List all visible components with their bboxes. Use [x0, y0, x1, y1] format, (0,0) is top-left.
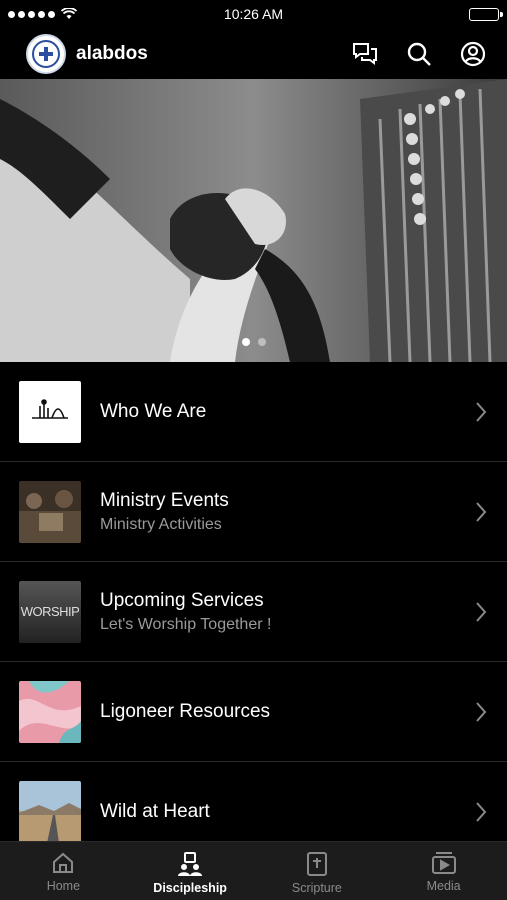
who-we-are-thumbnail	[19, 380, 81, 443]
list-item-title: Ligoneer Resources	[100, 700, 271, 722]
chevron-right-icon	[476, 501, 487, 522]
hero-banner[interactable]	[0, 79, 507, 362]
tab-media[interactable]: Media	[380, 842, 507, 900]
carousel-pager[interactable]	[0, 338, 507, 346]
user-circle-icon	[460, 41, 486, 66]
chevron-right-icon	[476, 601, 487, 622]
search-icon	[407, 42, 431, 66]
app-header: alabdos	[0, 28, 507, 79]
bible-icon	[306, 852, 327, 876]
tab-label: Scripture	[291, 881, 342, 895]
battery-icon	[469, 7, 503, 21]
home-icon	[53, 852, 74, 873]
chevron-right-icon	[476, 801, 487, 822]
content-list: Who We Are Ministry Events Ministry Acti…	[0, 362, 507, 862]
list-item-title: Who We Are	[100, 400, 207, 422]
list-item-upcoming-services[interactable]: WORSHIP Upcoming Services Let's Worship …	[0, 562, 507, 662]
list-item-title: Wild at Heart	[100, 800, 210, 822]
messages-button[interactable]	[349, 38, 381, 70]
ligoneer-resources-thumbnail	[19, 680, 81, 743]
discipleship-icon	[178, 852, 203, 876]
wifi-icon	[61, 8, 77, 19]
status-bar: 10:26 AM	[0, 0, 507, 28]
hero-image	[0, 79, 507, 362]
profile-button[interactable]	[457, 38, 489, 70]
pager-dot-active[interactable]	[241, 338, 250, 346]
list-item-ministry-events[interactable]: Ministry Events Ministry Activities	[0, 462, 507, 562]
media-icon	[431, 852, 456, 874]
tab-scripture[interactable]: Scripture	[254, 842, 381, 900]
search-button[interactable]	[403, 38, 435, 70]
tab-home[interactable]: Home	[0, 842, 127, 900]
wild-at-heart-thumbnail	[19, 780, 81, 843]
header-actions	[349, 38, 489, 70]
pager-dot[interactable]	[257, 338, 266, 346]
list-item-subtitle: Ministry Activities	[100, 515, 222, 533]
signal-strength-icon	[8, 10, 55, 18]
chat-bubbles-icon	[353, 42, 377, 65]
cross-emblem-icon	[32, 39, 60, 68]
church-logo-icon	[32, 398, 68, 419]
list-item-ligoneer-resources[interactable]: Ligoneer Resources	[0, 662, 507, 762]
list-item-title: Upcoming Services	[100, 589, 264, 611]
tab-label: Home	[46, 879, 81, 893]
ministry-events-thumbnail	[19, 480, 81, 543]
list-item-subtitle: Let's Worship Together !	[100, 615, 272, 633]
worship-thumbnail-text: WORSHIP	[20, 604, 80, 619]
tab-label: Media	[426, 879, 461, 893]
app-title: alabdos	[76, 42, 148, 64]
list-item-who-we-are[interactable]: Who We Are	[0, 362, 507, 462]
signal-group	[8, 8, 77, 20]
upcoming-services-thumbnail: WORSHIP	[19, 580, 81, 643]
bottom-tab-bar: Home Discipleship Scripture Media	[0, 841, 507, 900]
list-item-title: Ministry Events	[100, 489, 229, 511]
chevron-right-icon	[476, 701, 487, 722]
tab-discipleship[interactable]: Discipleship	[127, 842, 254, 900]
tab-label: Discipleship	[153, 881, 227, 895]
chevron-right-icon	[476, 401, 487, 422]
app-logo[interactable]	[26, 33, 66, 74]
